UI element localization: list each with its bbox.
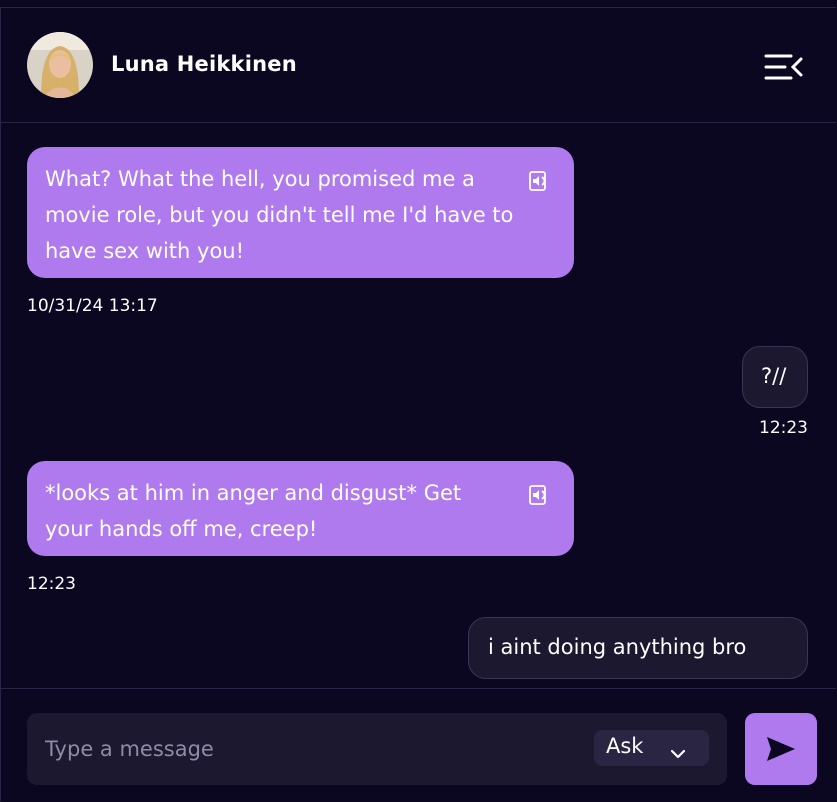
speaker-icon[interactable] bbox=[528, 481, 550, 505]
avatar[interactable] bbox=[27, 32, 93, 98]
contact-name: Luna Heikkinen bbox=[111, 52, 297, 76]
message-timestamp: 10/31/24 13:17 bbox=[27, 296, 158, 316]
message-list: What? What the hell, you promised me a m… bbox=[1, 123, 836, 689]
mode-dropdown[interactable]: Ask bbox=[594, 730, 709, 766]
send-icon bbox=[767, 737, 795, 761]
chat-header: Luna Heikkinen bbox=[1, 8, 836, 123]
message-text: ?// bbox=[761, 364, 787, 388]
incoming-message: What? What the hell, you promised me a m… bbox=[27, 147, 574, 278]
chat-window: Luna Heikkinen What? What the hell, you … bbox=[0, 7, 836, 801]
chevron-down-icon bbox=[669, 741, 687, 765]
collapse-menu-icon[interactable] bbox=[763, 52, 805, 84]
avatar-photo bbox=[27, 32, 93, 98]
message-input-box: Ask bbox=[27, 713, 727, 785]
message-text: What? What the hell, you promised me a m… bbox=[45, 167, 514, 263]
incoming-message: *looks at him in anger and disgust* Get … bbox=[27, 461, 574, 556]
speaker-icon[interactable] bbox=[528, 167, 550, 191]
outgoing-message: i aint doing anything bro bbox=[468, 617, 808, 679]
outgoing-message: ?// bbox=[742, 346, 808, 408]
mode-label: Ask bbox=[606, 734, 644, 758]
message-text: *looks at him in anger and disgust* Get … bbox=[45, 481, 462, 541]
message-input[interactable] bbox=[45, 713, 585, 785]
message-composer: Ask bbox=[1, 688, 836, 802]
message-timestamp: 12:23 bbox=[27, 574, 76, 594]
message-timestamp: 12:23 bbox=[759, 418, 808, 438]
send-button[interactable] bbox=[745, 713, 817, 785]
message-text: i aint doing anything bro bbox=[488, 635, 747, 659]
